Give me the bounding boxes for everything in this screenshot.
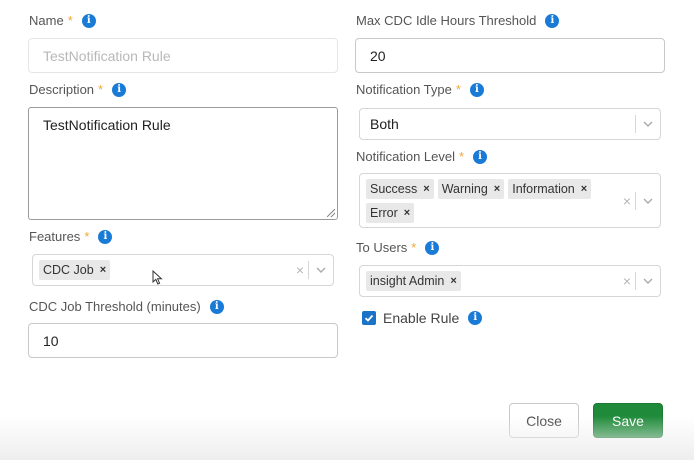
tag-insight-admin: insight Admin ×: [366, 271, 461, 291]
tag-success: Success ×: [366, 179, 434, 199]
name-input[interactable]: TestNotification Rule: [28, 38, 338, 73]
to-users-select[interactable]: insight Admin × ×: [359, 265, 661, 297]
select-separator: [635, 191, 636, 210]
tag-information: Information ×: [508, 179, 592, 199]
remove-tag-icon[interactable]: ×: [100, 264, 106, 276]
clear-icon[interactable]: ×: [623, 274, 631, 288]
required-mark: *: [84, 229, 90, 244]
tag-error: Error ×: [366, 203, 415, 223]
clear-icon[interactable]: ×: [623, 194, 631, 208]
save-button[interactable]: Save: [593, 403, 663, 438]
select-separator: [635, 272, 636, 290]
clear-icon[interactable]: ×: [296, 263, 304, 277]
mouse-cursor-icon: [152, 270, 163, 285]
notification-level-label: Notification Level * i: [356, 149, 488, 164]
remove-tag-icon[interactable]: ×: [404, 207, 410, 219]
features-select[interactable]: CDC Job × ×: [32, 254, 334, 286]
close-button[interactable]: Close: [509, 403, 579, 438]
to-users-label: To Users * i: [356, 240, 440, 255]
remove-tag-icon[interactable]: ×: [494, 183, 500, 195]
info-icon[interactable]: i: [209, 299, 224, 314]
max-cdc-idle-input[interactable]: 20: [355, 38, 665, 73]
description-textarea[interactable]: TestNotification Rule: [28, 107, 338, 220]
required-mark: *: [411, 240, 417, 255]
remove-tag-icon[interactable]: ×: [423, 183, 429, 195]
chevron-down-icon[interactable]: [642, 118, 654, 130]
notification-level-tags: Success × Warning × Information × Error …: [366, 179, 614, 223]
chevron-down-icon[interactable]: [642, 195, 654, 207]
name-label: Name * i: [29, 13, 96, 28]
select-separator: [308, 261, 309, 279]
description-text: TestNotification Rule: [43, 117, 171, 133]
required-mark: *: [459, 149, 465, 164]
to-users-tags: insight Admin ×: [366, 271, 614, 291]
cdc-job-threshold-label: CDC Job Threshold (minutes) i: [29, 299, 224, 314]
tag-warning: Warning ×: [437, 179, 505, 199]
info-icon[interactable]: i: [468, 311, 483, 325]
required-mark: *: [455, 82, 461, 97]
remove-tag-icon[interactable]: ×: [581, 183, 587, 195]
select-separator: [635, 115, 636, 133]
chevron-down-icon[interactable]: [642, 275, 654, 287]
notification-level-select[interactable]: Success × Warning × Information × Error …: [359, 173, 661, 228]
required-mark: *: [98, 82, 104, 97]
info-icon[interactable]: i: [473, 149, 488, 164]
info-icon[interactable]: i: [81, 13, 96, 28]
cdc-job-threshold-input[interactable]: 10: [28, 323, 338, 358]
info-icon[interactable]: i: [112, 82, 127, 97]
tag-cdc-job: CDC Job ×: [39, 260, 111, 280]
info-icon[interactable]: i: [425, 240, 440, 255]
info-icon[interactable]: i: [545, 13, 560, 28]
remove-tag-icon[interactable]: ×: [450, 275, 456, 287]
checkmark-icon: [364, 314, 374, 322]
enable-rule-label: Enable Rule i: [383, 310, 483, 326]
bottom-fade: [0, 416, 694, 460]
notification-type-label: Notification Type * i: [356, 82, 484, 97]
resize-grip-icon[interactable]: [327, 209, 335, 217]
features-label: Features * i: [29, 229, 113, 244]
description-label: Description * i: [29, 82, 127, 97]
info-icon[interactable]: i: [469, 82, 484, 97]
max-cdc-idle-label: Max CDC Idle Hours Threshold i: [356, 13, 560, 28]
required-mark: *: [67, 13, 73, 28]
enable-rule-checkbox[interactable]: [362, 311, 376, 325]
notification-type-select[interactable]: Both: [359, 108, 661, 140]
notification-type-value: Both: [370, 116, 399, 132]
info-icon[interactable]: i: [98, 229, 113, 244]
chevron-down-icon[interactable]: [315, 264, 327, 276]
notification-rule-form: Name * i TestNotification Rule Max CDC I…: [0, 0, 694, 460]
